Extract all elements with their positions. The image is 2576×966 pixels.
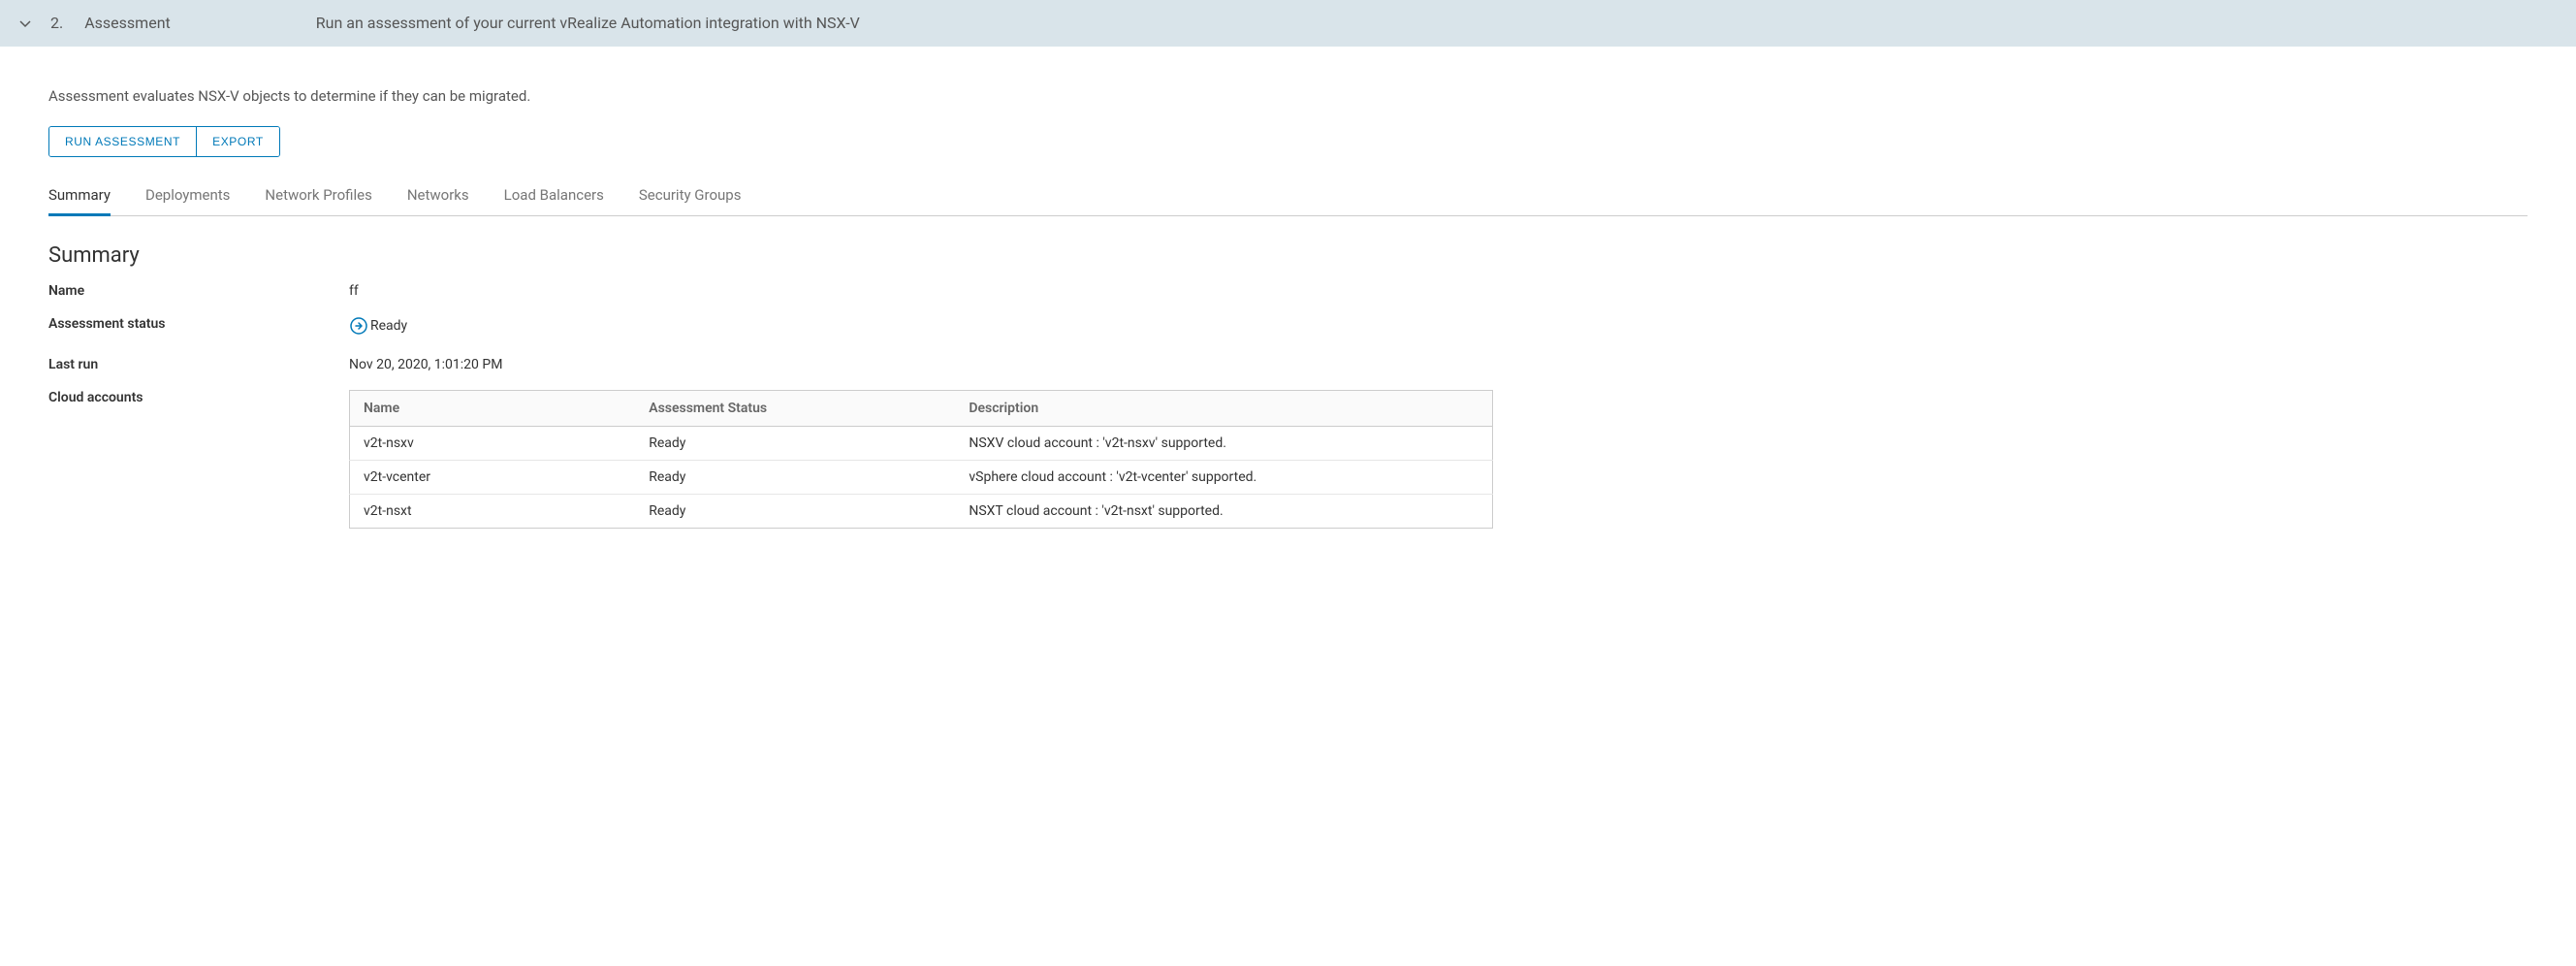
status-badge: Ready [349, 316, 407, 336]
content-area: Assessment evaluates NSX-V objects to de… [0, 48, 2576, 585]
tab-security-groups[interactable]: Security Groups [639, 186, 742, 216]
cell-description: vSphere cloud account : 'v2t-vcenter' su… [955, 461, 1492, 495]
export-button[interactable]: EXPORT [197, 127, 279, 156]
tab-deployments[interactable]: Deployments [145, 186, 230, 216]
tabs-nav: Summary Deployments Network Profiles Net… [48, 186, 2528, 216]
label-status: Assessment status [48, 316, 349, 332]
step-description: Run an assessment of your current vReali… [316, 14, 860, 32]
tab-load-balancers[interactable]: Load Balancers [504, 186, 604, 216]
label-last-run: Last run [48, 357, 349, 372]
value-name: ff [349, 283, 2528, 299]
tab-network-profiles[interactable]: Network Profiles [265, 186, 371, 216]
th-status: Assessment Status [635, 391, 955, 427]
tab-networks[interactable]: Networks [407, 186, 469, 216]
cell-status: Ready [635, 495, 955, 529]
row-status: Assessment status Ready [48, 316, 2528, 339]
cell-status: Ready [635, 461, 955, 495]
value-last-run: Nov 20, 2020, 1:01:20 PM [349, 357, 2528, 372]
cell-name: v2t-vcenter [350, 461, 636, 495]
step-number: 2. [50, 14, 63, 32]
label-name: Name [48, 283, 349, 299]
row-name: Name ff [48, 283, 2528, 299]
row-last-run: Last run Nov 20, 2020, 1:01:20 PM [48, 357, 2528, 372]
table-row: v2t-nsxt Ready NSXT cloud account : 'v2t… [350, 495, 1493, 529]
intro-text: Assessment evaluates NSX-V objects to de… [48, 87, 2528, 105]
cell-name: v2t-nsxt [350, 495, 636, 529]
table-header-row: Name Assessment Status Description [350, 391, 1493, 427]
chevron-down-icon[interactable] [17, 16, 33, 31]
cell-description: NSXT cloud account : 'v2t-nsxt' supporte… [955, 495, 1492, 529]
cell-description: NSXV cloud account : 'v2t-nsxv' supporte… [955, 427, 1492, 461]
cloud-accounts-table: Name Assessment Status Description v2t-n… [349, 390, 1493, 529]
th-description: Description [955, 391, 1492, 427]
cell-name: v2t-nsxv [350, 427, 636, 461]
section-title: Summary [48, 243, 2528, 268]
label-cloud-accounts: Cloud accounts [48, 390, 349, 405]
th-name: Name [350, 391, 636, 427]
action-buttons: RUN ASSESSMENT EXPORT [48, 126, 280, 157]
run-assessment-button[interactable]: RUN ASSESSMENT [49, 127, 197, 156]
table-row: v2t-vcenter Ready vSphere cloud account … [350, 461, 1493, 495]
arrow-circle-right-icon [349, 316, 368, 336]
value-status: Ready [370, 318, 407, 334]
table-row: v2t-nsxv Ready NSXV cloud account : 'v2t… [350, 427, 1493, 461]
step-header: 2. Assessment Run an assessment of your … [0, 0, 2576, 47]
tab-summary[interactable]: Summary [48, 186, 111, 216]
cell-status: Ready [635, 427, 955, 461]
row-cloud-accounts: Cloud accounts Name Assessment Status De… [48, 390, 2528, 529]
step-title: Assessment [84, 14, 171, 32]
